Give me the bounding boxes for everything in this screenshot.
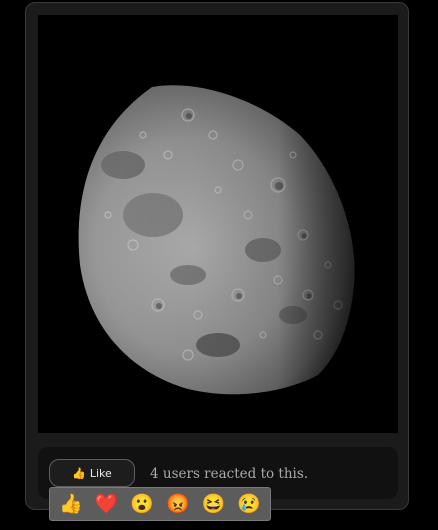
thumbs-up-icon: 👍 bbox=[72, 466, 86, 480]
reaction-picker: 👍 ❤️ 😮 😡 😆 😢 bbox=[49, 487, 271, 521]
reaction-angry-icon[interactable]: 😡 bbox=[163, 489, 193, 519]
post-card: 👍 Like 4 users reacted to this. bbox=[25, 2, 409, 510]
reaction-heart-icon[interactable]: ❤️ bbox=[91, 489, 121, 519]
reaction-thumbs-up-icon[interactable]: 👍 bbox=[56, 489, 86, 519]
like-button-label: Like bbox=[89, 466, 112, 480]
reaction-summary: 4 users reacted to this. bbox=[150, 466, 309, 482]
moon-photo bbox=[38, 15, 398, 433]
reaction-surprised-icon[interactable]: 😮 bbox=[127, 489, 157, 519]
post-image[interactable] bbox=[38, 15, 398, 433]
reaction-laughing-icon[interactable]: 😆 bbox=[198, 489, 228, 519]
like-button[interactable]: 👍 Like bbox=[49, 459, 135, 487]
reaction-crying-icon[interactable]: 😢 bbox=[234, 489, 264, 519]
